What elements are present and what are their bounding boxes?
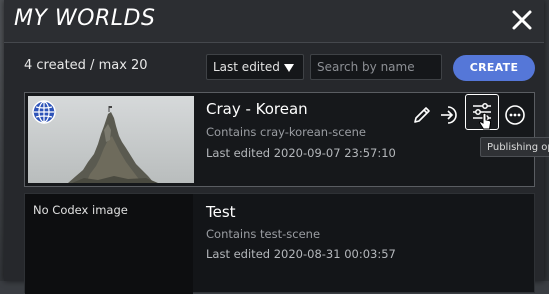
publishing-options-tooltip: Publishing op <box>480 137 549 157</box>
dialog-titlebar: MY WORLDS <box>4 0 544 43</box>
more-options-button[interactable] <box>501 101 529 129</box>
more-icon <box>505 105 525 125</box>
search-input[interactable] <box>310 54 442 80</box>
world-last-edited: Last edited 2020-08-31 00:03:57 <box>206 247 396 261</box>
world-thumbnail-placeholder: No Codex image <box>25 194 193 294</box>
world-title: Cray - Korean <box>206 100 308 118</box>
globe-icon <box>32 100 56 124</box>
world-last-edited: Last edited 2020-09-07 23:57:10 <box>206 146 396 160</box>
world-scene: Contains test-scene <box>206 227 321 241</box>
world-card[interactable]: Cray - Korean Contains cray-korean-scene… <box>24 92 535 187</box>
mouse-cursor-icon <box>479 112 492 130</box>
close-button[interactable] <box>510 8 534 32</box>
enter-world-button[interactable] <box>437 102 463 128</box>
close-icon <box>512 10 532 30</box>
world-count: 4 created / max 20 <box>24 58 148 73</box>
enter-icon <box>441 106 457 124</box>
my-worlds-dialog: MY WORLDS 4 created / max 20 Last edited… <box>4 0 544 294</box>
no-image-label: No Codex image <box>33 203 128 217</box>
world-scene: Contains cray-korean-scene <box>206 125 366 139</box>
sort-select[interactable]: Last edited <box>206 54 304 80</box>
caret-down-icon <box>284 64 294 72</box>
create-button[interactable]: CREATE <box>453 55 535 81</box>
world-thumbnail <box>28 96 194 183</box>
world-card[interactable]: No Codex image Test Contains test-scene … <box>24 193 535 294</box>
sort-select-value: Last edited <box>213 60 280 74</box>
pencil-icon <box>414 107 430 123</box>
edit-button[interactable] <box>409 102 435 128</box>
dialog-title: MY WORLDS <box>14 6 156 31</box>
world-title: Test <box>206 203 236 221</box>
